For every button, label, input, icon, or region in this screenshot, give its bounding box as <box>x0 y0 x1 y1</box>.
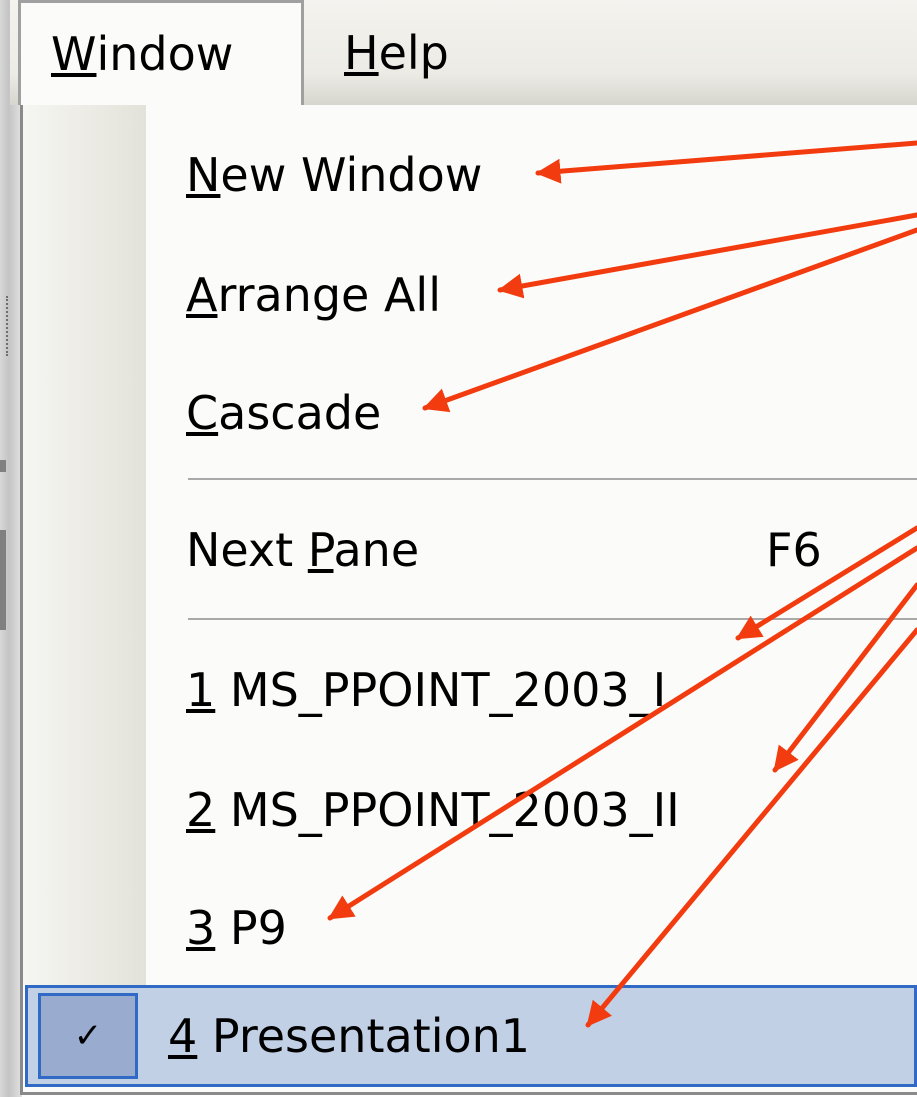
menu-item-window-3[interactable]: 3 P9 <box>146 870 917 985</box>
window-menu-dropdown: New Window Arrange All Cascade Next Pane… <box>20 105 917 1095</box>
menu-item-label: 1 MS_PPOINT_2003_I <box>186 663 667 717</box>
toolbar-grip[interactable] <box>6 296 18 356</box>
menu-item-label: 4 Presentation1 <box>168 1009 531 1063</box>
menu-bar: Window Help <box>10 0 917 105</box>
menu-help[interactable]: Help <box>314 0 479 105</box>
menu-accelerator: W <box>51 27 97 81</box>
menu-item-label: Next Pane <box>186 523 420 577</box>
menu-item-arrange-all[interactable]: Arrange All <box>146 235 917 355</box>
menu-separator <box>188 478 917 480</box>
menu-item-label: 3 P9 <box>186 900 287 955</box>
toolbar-edge <box>0 460 6 472</box>
menu-item-next-pane[interactable]: Next Pane F6 <box>146 490 917 610</box>
menu-window[interactable]: Window <box>18 0 304 105</box>
menu-accelerator: H <box>344 25 379 80</box>
menu-item-label: Arrange All <box>186 268 441 322</box>
menu-item-new-window[interactable]: New Window <box>146 115 917 235</box>
menu-icon-column <box>23 105 146 985</box>
menu-label: indow <box>96 27 234 81</box>
menu-item-shortcut: F6 <box>766 523 822 577</box>
menu-separator <box>188 618 917 620</box>
menu-item-window-1[interactable]: 1 MS_PPOINT_2003_I <box>146 630 917 750</box>
menu-label: elp <box>378 25 449 80</box>
menu-item-label: Cascade <box>186 385 382 440</box>
menu-item-window-2[interactable]: 2 MS_PPOINT_2003_II <box>146 750 917 870</box>
check-icon: ✓ <box>38 993 138 1079</box>
menu-item-label: 2 MS_PPOINT_2003_II <box>186 783 680 837</box>
menu-item-window-4-active[interactable]: ✓ 4 Presentation1 <box>25 985 917 1087</box>
toolbar-edge <box>0 530 6 630</box>
menu-item-cascade[interactable]: Cascade <box>146 355 917 470</box>
menu-item-label: New Window <box>186 148 483 202</box>
